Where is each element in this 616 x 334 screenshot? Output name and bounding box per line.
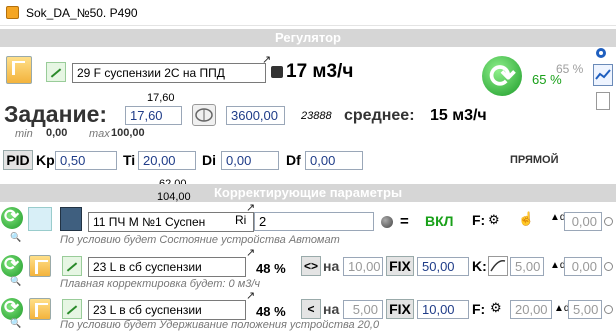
row2-slope-icon[interactable] <box>62 256 82 276</box>
pid-button[interactable]: PID <box>3 150 33 170</box>
di-label: Di <box>202 152 216 168</box>
kp-label: Kp <box>36 152 55 168</box>
row3-percent: 48 % <box>256 304 286 319</box>
row2-k-label: K: <box>472 258 487 274</box>
row3-pin-icon[interactable]: ↗ <box>246 289 255 302</box>
kp-field[interactable]: 0,50 <box>55 151 117 170</box>
row3-value2-field[interactable]: 5,00 <box>568 300 602 319</box>
slope-icon[interactable] <box>46 62 66 82</box>
row2-value1-field[interactable]: 5,00 <box>510 257 544 276</box>
row1-f-label: F: <box>472 212 486 228</box>
row1-ri-label: Ri <box>235 213 247 227</box>
row1-status-dot <box>381 216 393 228</box>
row1-device-icon[interactable] <box>28 207 52 231</box>
app-icon <box>6 6 19 19</box>
row3-ring[interactable] <box>604 305 613 314</box>
row3-note: По условию будет Удерживание положения у… <box>60 319 380 331</box>
row2-note: Плавная корректировка будет: 0 м3/ч <box>60 278 261 290</box>
row2-fix-button[interactable]: FIX <box>386 256 414 276</box>
row2-device-button[interactable] <box>29 255 51 277</box>
row1-link-icons[interactable]: 🔍 <box>10 232 40 242</box>
row3-fix-button[interactable]: FIX <box>386 299 414 319</box>
row3-recycle-icon[interactable] <box>1 297 23 320</box>
corr-top-value-2: 104,00 <box>157 191 191 203</box>
row3-op-button[interactable]: < <box>301 299 321 319</box>
row1-ri-field[interactable]: 2 <box>254 212 374 231</box>
chart-icon[interactable] <box>593 64 613 86</box>
average-value: 15 м3/ч <box>430 107 487 124</box>
regulator-device-button[interactable] <box>6 56 32 84</box>
blank-checkbox[interactable] <box>596 92 610 110</box>
row1-device-small-icon[interactable]: ⚙ <box>488 212 500 228</box>
percent-faded: 65 % <box>556 62 584 76</box>
row1-value-field[interactable]: 0,00 <box>564 212 602 231</box>
row2-na-label: на <box>323 258 340 274</box>
row3-device-small-icon[interactable]: ⚙ <box>490 300 502 316</box>
row2-curve-icon[interactable] <box>488 256 508 276</box>
setpoint-label: Задание: <box>4 101 108 127</box>
row3-device-button[interactable] <box>29 298 51 320</box>
row1-recycle-icon[interactable] <box>1 206 23 229</box>
counter-value: 23888 <box>301 110 332 122</box>
row1-eq: = <box>400 213 409 230</box>
row1-hand-icon[interactable]: ☝ <box>518 211 534 227</box>
window-title: Sok_DA_№50. P490 <box>26 6 138 20</box>
row2-op-button[interactable]: <> <box>301 256 321 276</box>
mode-label[interactable]: ПРЯМОЙ <box>510 154 559 166</box>
gear-icon[interactable] <box>593 45 609 61</box>
flow-value: 17 м3/ч <box>286 61 354 82</box>
row2-na-field[interactable]: 10,00 <box>343 257 383 276</box>
title-bar: Sok_DA_№50. P490 <box>0 0 616 26</box>
row2-fix-field[interactable]: 50,00 <box>417 257 469 276</box>
regulator-section-header: Регулятор <box>0 29 616 47</box>
row2-select[interactable]: 23 L в сб суспензии <box>88 257 246 277</box>
row2-recycle-icon[interactable] <box>1 254 23 277</box>
correcting-section-header: Корректирующие параметры <box>0 184 616 202</box>
row2-pin-icon[interactable]: ↗ <box>246 246 255 259</box>
row1-ring[interactable] <box>604 217 613 226</box>
max-value: 100,00 <box>111 127 145 139</box>
pin-icon[interactable]: ↗ <box>262 53 271 66</box>
row3-na-field[interactable]: 5,00 <box>343 300 383 319</box>
ti-label: Ti <box>123 152 136 168</box>
row3-na-label: на <box>323 301 340 317</box>
row1-panel-icon[interactable] <box>60 207 82 231</box>
setpoint-top-value: 17,60 <box>147 92 175 104</box>
row2-value2-field[interactable]: 0,00 <box>564 257 602 276</box>
ti-field[interactable]: 20,00 <box>138 151 196 170</box>
time-field[interactable]: 3600,00 <box>226 106 285 125</box>
row2-percent: 48 % <box>256 261 286 276</box>
setpoint-field[interactable]: 17,60 <box>125 106 182 125</box>
row1-pin-icon[interactable]: ↗ <box>246 201 255 214</box>
source-select[interactable]: 29 F суспензии 2С на ППД <box>72 63 266 83</box>
row2-link-icons[interactable]: 🔍 <box>10 276 40 286</box>
row2-ring[interactable] <box>604 262 613 271</box>
min-label: min <box>15 128 33 140</box>
row3-link-icons[interactable]: 🔍 <box>10 318 40 328</box>
average-label: среднее: <box>344 107 415 124</box>
max-label: max <box>89 128 110 140</box>
row3-fix-field[interactable]: 10,00 <box>417 300 469 319</box>
di-field[interactable]: 0,00 <box>221 151 279 170</box>
recycle-icon[interactable] <box>482 56 522 96</box>
df-label: Df <box>286 152 301 168</box>
save-icon[interactable] <box>271 66 283 78</box>
row1-select[interactable]: 11 ПЧ М №1 Суспен <box>88 212 254 232</box>
min-value: 0,00 <box>46 127 68 139</box>
df-field[interactable]: 0,00 <box>305 151 363 170</box>
row3-slope-icon[interactable] <box>62 299 82 319</box>
row1-select-label: 11 ПЧ М №1 Суспен <box>93 215 206 229</box>
row1-note: По условию будет Состояние устройства Ав… <box>60 234 340 246</box>
row3-value1-field[interactable]: 20,00 <box>510 300 552 319</box>
row3-select[interactable]: 23 L в сб суспензии <box>88 300 246 320</box>
brain-icon[interactable] <box>192 104 216 126</box>
row3-f-label: F: <box>472 301 486 317</box>
row1-state: ВКЛ <box>425 213 454 229</box>
